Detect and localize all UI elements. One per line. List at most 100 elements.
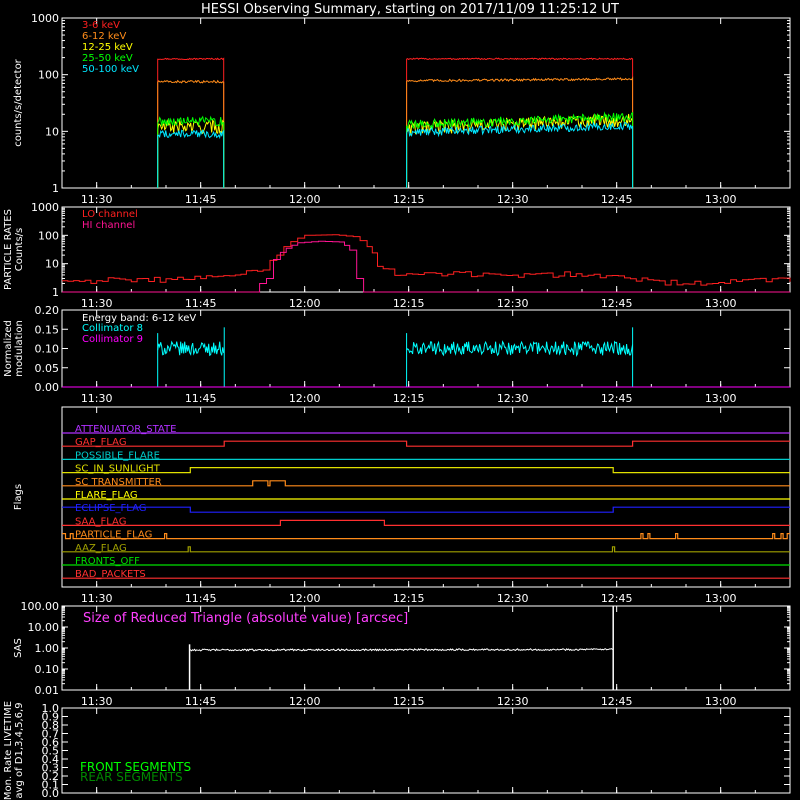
y-tick-label: 0.05 [35,362,60,375]
flag-label: PARTICLE_FLAG [75,530,152,541]
y-tick-label: 10 [45,258,59,271]
panel-2: 11:30 11:45 12:00 12:15 12:30 12:45 13:00 PARTI… [3,201,791,310]
flag-label: AAZ_FLAG [75,543,127,554]
flag-line [62,440,790,447]
flag-label: ECLIPSE_FLAG [75,503,146,514]
flag-fronts-off: FRONTS_OFF [62,556,790,567]
y-axis-label: Normalizedmodulation [3,320,25,377]
flag-saa-flag: SAA_FLAG [62,516,790,527]
x-tick-label: 12:00 [289,592,321,605]
y-axis-label-line: Flags [13,484,24,510]
y-tick-label: 1.00 [35,642,60,655]
y-tick-label: 0.15 [35,323,60,336]
y-tick-label: 1 [52,182,59,195]
flag-line [62,480,790,487]
x-tick-label: 12:30 [497,297,529,310]
panel-annotation: Size of Reduced Triangle (absolute value… [83,611,408,626]
series-line [157,340,634,357]
y-axis-label-line: Normalized [3,320,14,377]
series-line [62,240,790,293]
y-axis-label: counts/s/detector [13,58,24,146]
x-tick-label: 12:30 [497,392,529,405]
flag-possible-flare: POSSIBLE_FLARE [62,450,790,461]
legend-entry: 50-100 keV [82,64,139,75]
x-tick-label: 11:30 [81,193,113,206]
x-tick-label: 12:30 [497,592,529,605]
x-tick-label: 11:45 [185,297,217,310]
y-tick-label: 100.00 [21,600,60,613]
y-axis-label-line: modulation [14,320,25,377]
x-tick-label: 12:00 [289,193,321,206]
panel-frame [61,17,791,189]
series-line [157,76,634,188]
x-tick-label: 11:45 [185,592,217,605]
x-tick-label: 11:30 [81,695,113,708]
y-axis-label: PARTICLE RATESCounts/s [3,209,25,290]
flag-label: GAP_FLAG [75,437,127,448]
flag-label: FLARE_FLAG [75,490,138,501]
flag-particle-flag: PARTICLE_FLAG [62,530,790,541]
flag-label: SAA_FLAG [75,516,126,527]
legend-entry: 3-6 keV [82,20,120,31]
flag-label: FRONTS_OFF [75,556,140,567]
flag-label: ATTENUATOR_STATE [75,424,176,435]
series-50-100-kev [157,121,634,188]
x-tick-label: 12:15 [393,297,425,310]
x-tick-label: 12:15 [393,592,425,605]
x-tick-label: 12:45 [601,392,633,405]
flag-line [62,506,790,513]
y-tick-label: 0.20 [35,304,60,317]
y-tick-label: 1000 [31,12,59,25]
flag-sc-in-sunlight: SC_IN_SUNLIGHT [62,464,790,475]
x-tick-label: 11:45 [185,193,217,206]
y-tick-label: 10 [45,125,59,138]
y-tick-label: 0.10 [35,663,60,676]
legend-entry: 6-12 keV [82,31,126,42]
y-tick-label: 10.00 [28,621,60,634]
x-tick-label: 12:00 [289,392,321,405]
x-tick-label: 12:45 [601,297,633,310]
series-line [189,648,613,652]
y-axis-label-line: Mon. Rate LIVETIME [3,701,14,800]
legend-entry: LO channel [82,209,138,220]
x-tick-label: 13:00 [705,592,737,605]
x-tick-label: 12:00 [289,695,321,708]
series-6-12-kev [157,76,634,188]
x-tick-label: 11:45 [185,695,217,708]
hessi-summary-figure: HESSI Observing Summary, starting on 201… [3,2,791,800]
figure-title: HESSI Observing Summary, starting on 201… [201,2,619,17]
panel-5: 11:30 11:45 12:00 12:15 12:30 12:45 13:00 SAS 0.… [13,600,791,708]
legend-entry: 12-25 keV [82,42,133,53]
x-tick-label: 12:45 [601,193,633,206]
series-line [62,234,791,286]
y-axis-label-line: avg of D1,3,4,5,6,9 [14,702,25,798]
y-tick-label: 0.00 [35,381,60,394]
series-line [157,113,634,188]
flag-sc-transmitter: SC TRANSMITTER [62,477,790,488]
y-axis-label-line: Counts/s [14,228,25,272]
panel-6: 11:3011:4512:0012:1512:3012:4513:00Mon. … [3,701,791,800]
flag-eclipse-flag: ECLIPSE_FLAG [62,503,790,514]
y-axis-label-line: PARTICLE RATES [3,209,14,290]
flag-flare-flag: FLARE_FLAG [62,490,790,501]
x-tick-label: 13:00 [705,193,737,206]
y-axis-label: Mon. Rate LIVETIMEavg of D1,3,4,5,6,9 [3,701,25,800]
series-12-25-kev [157,113,634,188]
y-axis-label-line: SAS [13,638,24,658]
flag-label: BAD_PACKETS [75,569,146,580]
x-tick-label: 11:45 [185,392,217,405]
x-tick-label: 12:45 [601,592,633,605]
flag-gap-flag: GAP_FLAG [62,437,790,448]
flag-line [62,467,790,474]
x-tick-label: 11:30 [81,392,113,405]
flag-line [62,519,790,526]
y-axis-label: SAS [13,638,24,658]
y-tick-label: 0.10 [35,343,60,356]
x-tick-label: 12:30 [497,695,529,708]
x-tick-label: 12:00 [289,297,321,310]
x-tick-label: 13:00 [705,695,737,708]
flag-label: SC TRANSMITTER [75,477,162,488]
flag-line [62,533,790,540]
y-tick-label: 0.01 [35,684,60,697]
legend-entry: 25-50 keV [82,53,133,64]
